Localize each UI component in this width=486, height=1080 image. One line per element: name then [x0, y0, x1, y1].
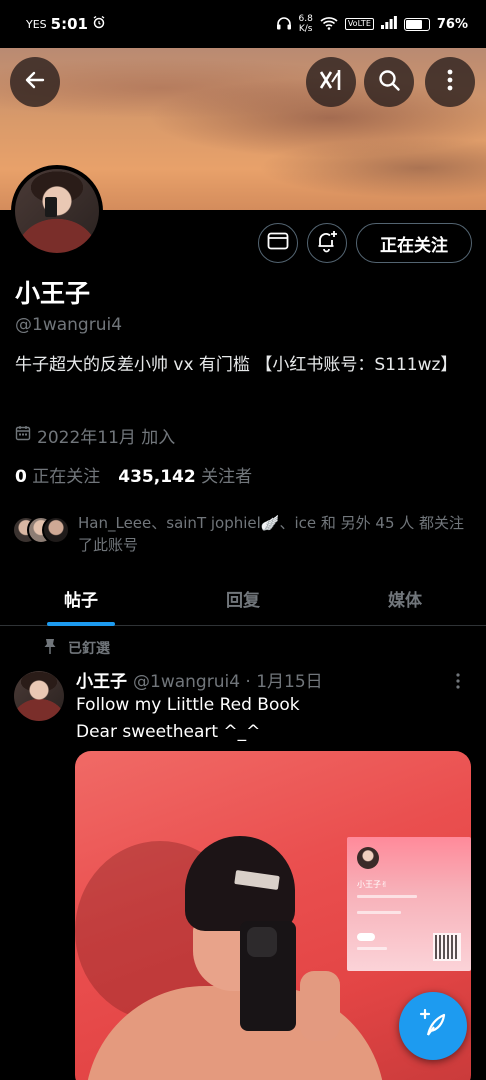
post-text-line: Dear sweetheart ^_^ [76, 722, 261, 742]
carrier-label: YES [26, 17, 47, 31]
calendar-icon [15, 425, 31, 446]
more-options-button[interactable] [425, 57, 475, 107]
envelope-icon [267, 232, 289, 254]
status-left: YES 5:01 [26, 15, 106, 33]
search-icon [377, 68, 401, 96]
join-date-text: 2022年11月 加入 [37, 428, 176, 448]
tab-media[interactable]: 媒体 [324, 572, 486, 625]
clock: 5:01 [50, 15, 88, 33]
followers-label: 关注者 [201, 467, 253, 487]
search-button[interactable] [364, 57, 414, 107]
tab-posts[interactable]: 帖子 [0, 572, 162, 626]
arrow-left-icon [23, 68, 47, 96]
followers-count: 435,142 [118, 467, 196, 487]
battery-icon [403, 17, 430, 31]
net-speed: 6.8 K/s [299, 14, 313, 34]
wifi-icon [320, 16, 338, 33]
rednote-text-line [357, 895, 417, 898]
grok-icon [318, 68, 344, 96]
status-bar: YES 5:01 6.8 K/s VoLTE 76% [0, 0, 486, 48]
follow-counts: 0 正在关注 435,142 关注者 [15, 462, 252, 487]
mutual-avatar [42, 516, 70, 544]
following-count: 0 [15, 467, 27, 487]
rednote-tag [357, 933, 375, 941]
qr-code-icon [433, 933, 461, 961]
followed-by-row[interactable]: Han_Leee、sainT jophiel🪽、ice 和 另外 45 人 都关… [12, 512, 474, 556]
battery-fill [405, 19, 422, 29]
post-author-avatar[interactable] [14, 671, 64, 721]
media-phone-camera [247, 927, 277, 957]
status-right: 6.8 K/s VoLTE 76% [276, 14, 468, 34]
grok-button[interactable] [306, 57, 356, 107]
headphones-icon [276, 16, 292, 33]
compose-post-button[interactable] [399, 992, 467, 1060]
feather-plus-icon [418, 1008, 448, 1043]
display-name: 小王子 [15, 279, 91, 308]
rednote-profile-card: 小王子✌ [347, 837, 471, 971]
profile-avatar[interactable] [11, 165, 103, 257]
followed-by-text: Han_Leee、sainT jophiel🪽、ice 和 另外 45 人 都关… [78, 514, 465, 554]
following-button[interactable]: 正在关注 [356, 223, 472, 263]
pinned-indicator: 已釘選 [44, 638, 110, 658]
rednote-name: 小王子✌ [357, 880, 388, 889]
rednote-text-line [357, 911, 401, 914]
net-speed-value: 6.8 [298, 14, 313, 24]
post-header: 小王子 @1wangrui4 · 1月15日 [76, 667, 323, 692]
pin-icon [44, 638, 56, 658]
signal-icon [380, 16, 397, 32]
rednote-avatar [357, 847, 379, 869]
alarm-icon [92, 15, 106, 33]
post-author-meta: @1wangrui4 · 1月15日 [133, 672, 323, 692]
post-text: Follow my Liittle Red Book Dear sweethea… [76, 692, 300, 746]
bell-plus-icon [315, 229, 339, 257]
post-more-button[interactable] [455, 672, 461, 694]
more-vertical-icon [455, 673, 461, 694]
pinned-label: 已釘選 [68, 641, 110, 657]
followers-link[interactable]: 435,142 关注者 [118, 462, 252, 487]
volte-badge: VoLTE [344, 18, 374, 30]
post-text-line: Follow my Liittle Red Book [76, 695, 300, 715]
battery-percent: 76% [436, 16, 468, 32]
following-label: 正在关注 [32, 467, 101, 487]
user-handle: @1wangrui4 [15, 315, 123, 335]
more-vertical-icon [446, 68, 454, 96]
tab-label: 回复 [226, 591, 260, 611]
tab-label: 媒体 [388, 591, 422, 611]
avatar-phone-shape [45, 197, 57, 217]
mutual-avatars [12, 512, 72, 544]
rednote-text-line [357, 947, 387, 950]
tab-label: 帖子 [64, 591, 98, 611]
message-button[interactable] [258, 223, 298, 263]
profile-tabs: 帖子 回复 媒体 [0, 572, 486, 626]
join-date: 2022年11月 加入 [15, 423, 175, 448]
net-speed-unit: K/s [298, 24, 313, 34]
following-link[interactable]: 0 正在关注 [15, 462, 100, 487]
active-tab-indicator [47, 622, 115, 626]
tab-replies[interactable]: 回复 [162, 572, 324, 625]
notification-button[interactable] [307, 223, 347, 263]
profile-bio: 牛子超大的反差小帅 vx 有门槛 【小红书账号：S111wz】 [15, 355, 458, 375]
back-button[interactable] [10, 57, 60, 107]
media-hand [300, 971, 340, 1041]
post-author-name[interactable]: 小王子 [76, 667, 127, 692]
